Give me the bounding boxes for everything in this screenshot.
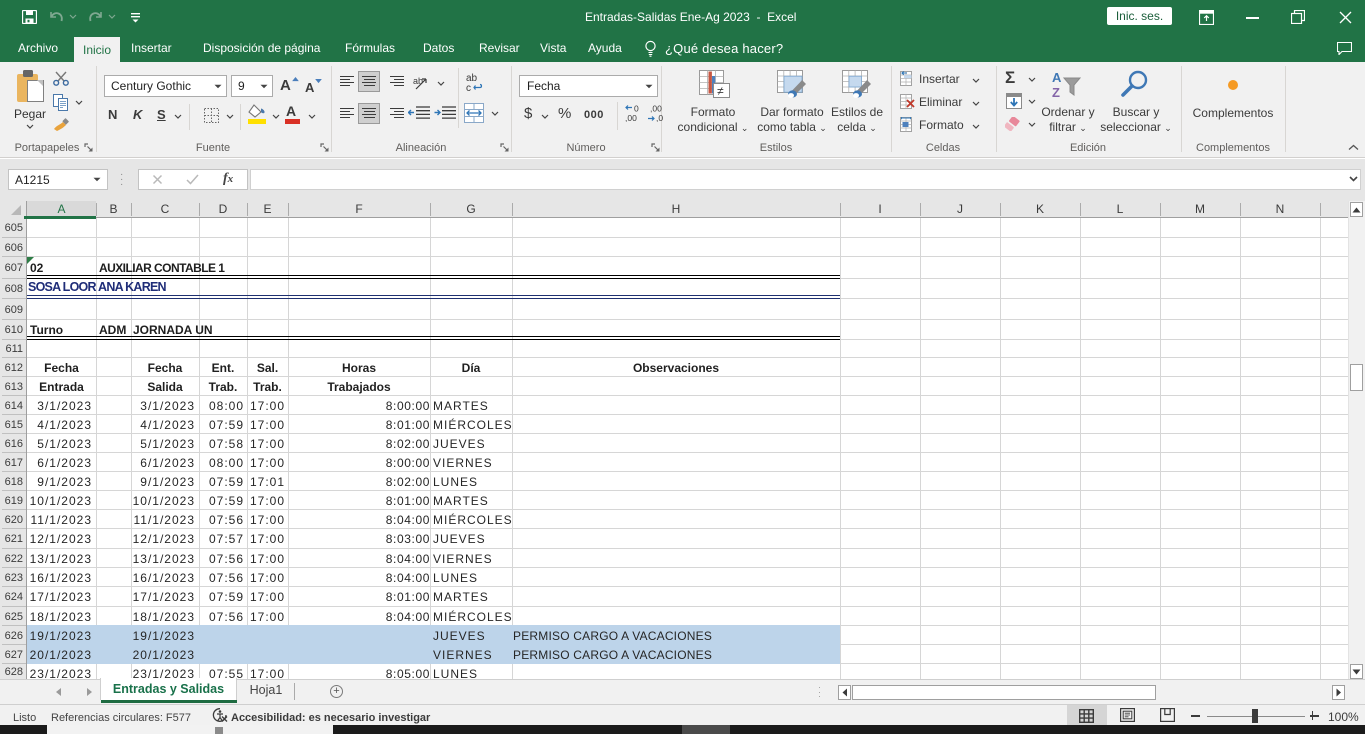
svg-text:Z: Z [1052,85,1060,100]
svg-text:≠: ≠ [717,84,724,98]
svg-text:,00: ,00 [625,113,637,123]
svg-text:A: A [1052,70,1062,85]
svg-text:c: c [466,83,471,92]
svg-text:ab: ab [413,76,423,86]
